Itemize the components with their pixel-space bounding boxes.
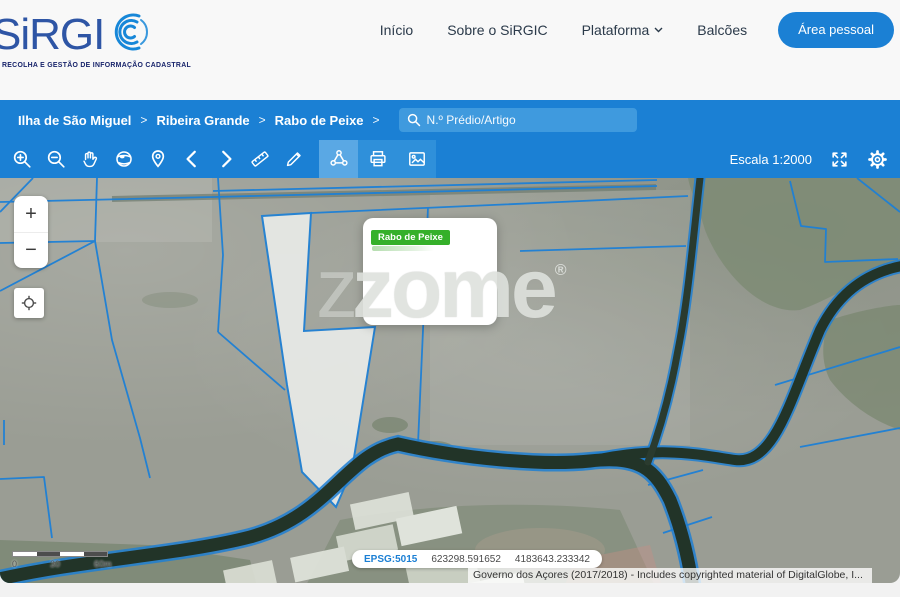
map-zoom-out-button[interactable]: − [14, 232, 48, 268]
chevron-left-icon [182, 149, 202, 169]
zoom-control: + − [14, 196, 48, 268]
topology-icon [329, 149, 349, 169]
scalebar: 0 30 60m [12, 551, 108, 570]
nav-inicio[interactable]: Início [380, 22, 413, 38]
export-image-tool-button[interactable] [397, 140, 436, 178]
settings-button[interactable] [867, 149, 888, 170]
breadcrumb: Ilha de São Miguel > Ribeira Grande > Ra… [0, 100, 900, 140]
zoom-in-icon [12, 149, 32, 169]
zoom-out-tool-button[interactable] [39, 140, 73, 178]
locate-tool-button[interactable] [141, 140, 175, 178]
zoom-in-tool-button[interactable] [5, 140, 39, 178]
zoom-out-icon [46, 149, 66, 169]
draw-tool-button[interactable] [277, 140, 311, 178]
breadcrumb-separator: > [373, 113, 380, 127]
globe-icon [114, 149, 134, 169]
logo-c-icon [106, 10, 148, 59]
map-pin-icon [148, 149, 168, 169]
print-tool-button[interactable] [358, 140, 397, 178]
measure-tool-button[interactable] [243, 140, 277, 178]
sirgic-logo[interactable]: SiRGI RECOLHA E GESTÃO DE INFORMAÇÃO CAD… [0, 10, 191, 69]
coordinate-readout: EPSG:5015 623298.591652 4183643.233342 [352, 550, 602, 568]
feature-popup: Rabo de Peixe [363, 218, 497, 325]
epsg-code: EPSG:5015 [364, 554, 417, 565]
toolbar-right: Escala 1:2000 [730, 140, 888, 178]
predio-search [399, 108, 637, 132]
gear-icon [867, 149, 888, 170]
crosshair-icon [21, 295, 37, 311]
map-canvas[interactable]: Rabo de Peixe zzome® + − 0 30 60m [0, 178, 900, 583]
image-icon [407, 149, 427, 169]
breadcrumb-parish[interactable]: Rabo de Peixe [275, 113, 364, 128]
scale-label: Escala 1:2000 [730, 152, 812, 167]
fullscreen-button[interactable] [830, 150, 849, 169]
nav-balcoes[interactable]: Balcões [697, 22, 747, 38]
globe-tool-button[interactable] [107, 140, 141, 178]
breadcrumb-municipality[interactable]: Ribeira Grande [156, 113, 249, 128]
pencil-icon [284, 149, 304, 169]
previous-extent-button[interactable] [175, 140, 209, 178]
logo-wordmark: SiRGI [0, 13, 104, 57]
nav-sobre[interactable]: Sobre o SiRGIC [447, 22, 547, 38]
hand-pan-icon [80, 149, 100, 169]
fullscreen-icon [830, 150, 849, 169]
attribution: Governo dos Açores (2017/2018) - Include… [468, 568, 872, 583]
geolocate-button[interactable] [14, 288, 44, 318]
sirgic-app: SiRGI RECOLHA E GESTÃO DE INFORMAÇÃO CAD… [0, 0, 900, 597]
breadcrumb-island[interactable]: Ilha de São Miguel [18, 113, 131, 128]
header: SiRGI RECOLHA E GESTÃO DE INFORMAÇÃO CAD… [0, 0, 900, 100]
coord-y: 4183643.233342 [515, 554, 590, 565]
area-pessoal-button[interactable]: Área pessoal [778, 12, 894, 48]
chevron-down-icon [654, 27, 663, 33]
nav-plataforma[interactable]: Plataforma [582, 22, 664, 38]
parish-badge: Rabo de Peixe [371, 230, 450, 245]
topology-tool-button[interactable] [319, 140, 358, 178]
search-icon [407, 113, 421, 127]
ruler-icon [250, 149, 270, 169]
breadcrumb-separator: > [259, 113, 266, 127]
breadcrumb-separator: > [140, 113, 147, 127]
chevron-right-icon [216, 149, 236, 169]
main-nav: Início Sobre o SiRGIC Plataforma Balcões… [363, 12, 894, 48]
pan-tool-button[interactable] [73, 140, 107, 178]
printer-icon [368, 149, 388, 169]
search-input[interactable] [427, 113, 629, 127]
coord-x: 623298.591652 [431, 554, 501, 565]
map-zoom-in-button[interactable]: + [14, 196, 48, 232]
logo-tagline: RECOLHA E GESTÃO DE INFORMAÇÃO CADASTRAL [2, 62, 191, 69]
tool-group [319, 140, 436, 178]
next-extent-button[interactable] [209, 140, 243, 178]
popup-faint-text [372, 246, 434, 251]
